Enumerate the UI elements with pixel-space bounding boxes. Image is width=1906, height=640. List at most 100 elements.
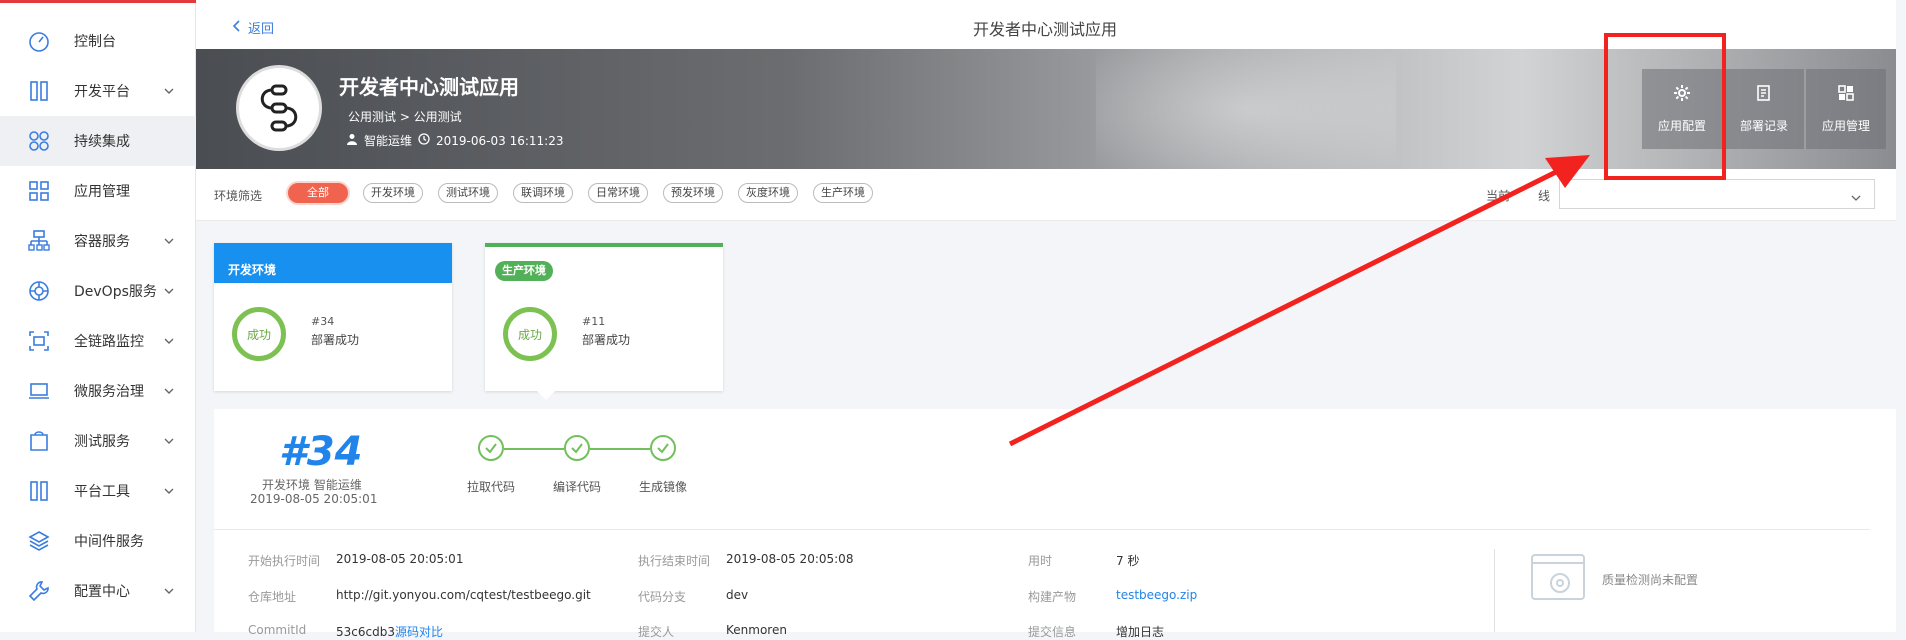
sidebar-item-dev-platform[interactable]: 开发平台	[0, 66, 196, 116]
build-env-user: 开发环境 智能运维	[262, 478, 362, 492]
chip-test[interactable]: 测试环境	[438, 183, 498, 203]
laptop-icon	[26, 378, 52, 404]
layers-icon	[26, 528, 52, 554]
detail-value: dev	[726, 588, 749, 602]
line-label-head: 当前	[1486, 189, 1511, 203]
env-card-header: 开发环境	[214, 243, 452, 283]
chevron-down-icon	[163, 435, 175, 447]
detail-key: 仓库地址	[248, 590, 297, 604]
chip-prod[interactable]: 生产环境	[813, 183, 873, 203]
chevron-left-icon	[232, 19, 242, 36]
chevron-down-icon	[163, 335, 175, 347]
chevron-down-icon	[163, 285, 175, 297]
sidebar-item-devops[interactable]: DevOps服务	[0, 266, 196, 316]
detail-key: 开始执行时间	[248, 554, 321, 568]
env-card-dev[interactable]: 开发环境 成功 #34 部署成功	[214, 243, 452, 391]
chip-daily[interactable]: 日常环境	[588, 183, 648, 203]
quality-check-icon	[1530, 549, 1588, 607]
sidebar-item-label: 测试服务	[74, 434, 130, 450]
sidebar-item-dashboard[interactable]: 控制台	[0, 16, 196, 66]
app-name: 开发者中心测试应用	[339, 75, 519, 99]
status-ring: 成功	[232, 307, 286, 361]
page-title: 开发者中心测试应用	[973, 20, 1118, 39]
step-check-icon	[564, 435, 590, 461]
detail-value: 2019-08-05 20:05:01	[336, 552, 464, 566]
action-label: 部署记录	[1739, 119, 1788, 133]
user-icon	[346, 133, 358, 148]
gear-icon	[1673, 84, 1691, 105]
sidebar-item-label: 应用管理	[74, 184, 130, 200]
detail-vertical-divider	[1494, 549, 1495, 632]
action-label: 应用管理	[1821, 119, 1870, 133]
sidebar-item-microservice[interactable]: 微服务治理	[0, 366, 196, 416]
app-management-button[interactable]: 应用管理	[1806, 69, 1886, 149]
sidebar-top-accent	[0, 0, 196, 3]
chip-dev[interactable]: 开发环境	[363, 183, 423, 203]
detail-value: Kenmoren	[726, 623, 787, 637]
step-label: 生成镜像	[639, 480, 688, 494]
detail-value: 7 秒	[1116, 554, 1140, 568]
deploy-records-button[interactable]: 部署记录	[1724, 69, 1804, 149]
sidebar-item-label: DevOps服务	[74, 284, 157, 300]
sidebar-item-middleware[interactable]: 中间件服务	[0, 516, 196, 566]
back-label: 返回	[248, 22, 275, 37]
chip-all[interactable]: 全部	[288, 183, 348, 203]
env-filter-bar: 环境筛选 全部 开发环境 测试环境 联调环境 日常环境 预发环境 灰度环境 生产…	[196, 169, 1896, 221]
detail-key: 用时	[1028, 554, 1053, 568]
build-number: #34	[279, 429, 363, 475]
detail-divider	[214, 529, 1870, 530]
clock-icon	[418, 133, 430, 148]
step-label: 编译代码	[553, 480, 602, 494]
sidebar-item-test[interactable]: 测试服务	[0, 416, 196, 466]
step-label: 拉取代码	[467, 480, 516, 494]
build-detail-panel: #34 开发环境 智能运维 2019-08-05 20:05:01 拉取代码 编…	[214, 409, 1896, 639]
app-logo	[236, 65, 322, 151]
build-time: 2019-08-05 20:05:01	[250, 492, 378, 506]
sidebar-item-config-center[interactable]: 配置中心	[0, 566, 196, 616]
dev-platform-icon	[26, 78, 52, 104]
detail-value: 2019-08-05 20:05:08	[726, 552, 854, 566]
back-button[interactable]: 返回	[232, 18, 274, 37]
test-icon	[26, 428, 52, 454]
sidebar-item-app-management[interactable]: 应用管理	[0, 166, 196, 216]
commit-id-value: 53c6cdb3	[336, 625, 395, 639]
main-content: 返回 开发者中心测试应用 开发者中心测试应用 公用测试 > 公用测试 智能运维 …	[196, 0, 1906, 639]
line-select[interactable]	[1559, 179, 1875, 209]
chip-joint[interactable]: 联调环境	[513, 183, 573, 203]
ci-icon	[26, 128, 52, 154]
env-card-title: 生产环境	[495, 261, 553, 281]
detail-key: 代码分支	[638, 590, 687, 604]
record-icon	[1755, 84, 1773, 105]
env-deploy-result: 部署成功	[311, 333, 360, 347]
grid-icon	[26, 178, 52, 204]
sidebar-item-tools[interactable]: 平台工具	[0, 466, 196, 516]
chevron-down-icon	[163, 385, 175, 397]
source-compare-link[interactable]: 源码对比	[395, 625, 443, 639]
sidebar-item-ci[interactable]: 持续集成	[0, 116, 196, 166]
header-bar: 返回 开发者中心测试应用	[196, 0, 1896, 49]
chip-pre[interactable]: 预发环境	[663, 183, 723, 203]
app-owner: 智能运维	[364, 134, 413, 148]
artifact-link[interactable]: testbeego.zip	[1116, 588, 1197, 602]
sidebar-item-monitor[interactable]: 全链路监控	[0, 316, 196, 366]
env-deploy-result: 部署成功	[582, 333, 631, 347]
chevron-down-icon	[163, 85, 175, 97]
app-created-time: 2019-06-03 16:11:23	[436, 133, 564, 148]
banner-highlight	[1096, 49, 1396, 169]
sidebar-item-label: 控制台	[74, 34, 116, 50]
sidebar-item-container[interactable]: 容器服务	[0, 216, 196, 266]
app-grid-icon	[1837, 84, 1855, 105]
action-label: 应用配置	[1657, 119, 1706, 133]
app-config-button[interactable]: 应用配置	[1642, 69, 1722, 149]
detail-key: 构建产物	[1028, 590, 1077, 604]
filter-label: 环境筛选	[214, 189, 263, 203]
env-card-prod[interactable]: 生产环境 成功 #11 部署成功	[485, 243, 723, 391]
env-build-number: #34	[311, 315, 335, 328]
app-banner: 开发者中心测试应用 公用测试 > 公用测试 智能运维 2019-06-03 16…	[196, 49, 1896, 169]
sidebar-item-label: 配置中心	[74, 584, 130, 600]
line-label-tail: 线	[1538, 189, 1551, 203]
chip-gray[interactable]: 灰度环境	[738, 183, 798, 203]
sidebar-item-label: 微服务治理	[74, 384, 144, 400]
env-card-title: 开发环境	[228, 263, 277, 277]
card-pointer	[537, 391, 555, 400]
